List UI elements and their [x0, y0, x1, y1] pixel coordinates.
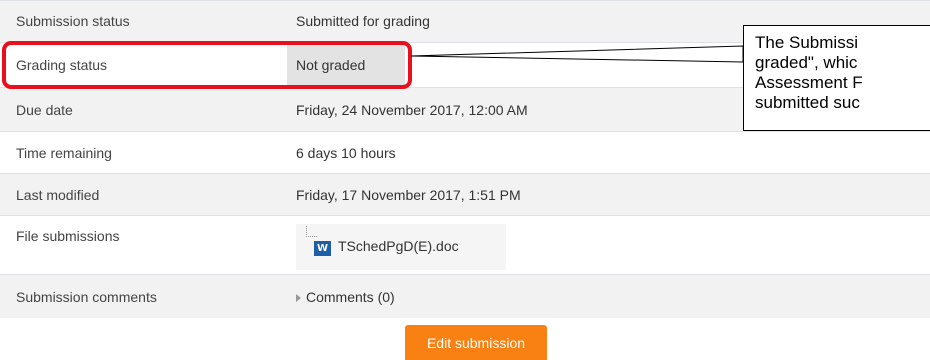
annotation-callout: The Submissi graded", whic Assessment F … [743, 25, 930, 131]
callout-line: The Submissi [755, 33, 858, 52]
callout-line: Assessment F [755, 73, 863, 92]
callout-line: submitted suc [755, 93, 860, 112]
callout-line: graded", whic [755, 53, 858, 72]
